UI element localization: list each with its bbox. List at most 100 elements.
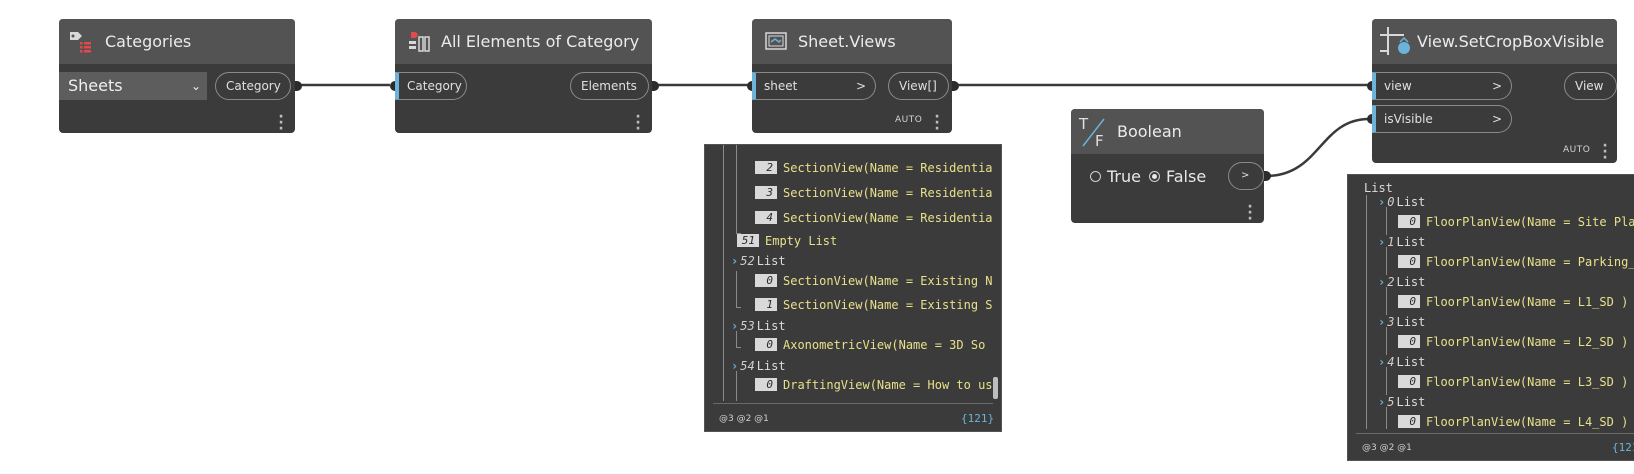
list-header[interactable]: › 52 List (731, 254, 786, 268)
chevron-right-icon: > (1491, 112, 1502, 126)
list-header: List (1364, 181, 1393, 195)
node-header[interactable]: All Elements of Category (395, 19, 652, 64)
chevron-right-icon: › (731, 254, 739, 268)
node-title: Categories (105, 32, 192, 51)
dropdown-value: Sheets (68, 76, 123, 95)
set-crop-box-icon (1380, 27, 1410, 55)
radio-circle (1090, 171, 1101, 182)
output-port-category[interactable]: Category (215, 72, 291, 100)
list-header[interactable]: › 4 List (1378, 355, 1425, 369)
list-item: 1 SectionView(Name = Existing S (755, 298, 993, 312)
list-levels[interactable]: @3 @2 @1 (719, 414, 769, 424)
output-port-boolean[interactable]: > (1228, 162, 1264, 190)
output-port-view[interactable]: View (1564, 72, 1617, 100)
item-count: {121} (1612, 441, 1634, 454)
node-menu-icon[interactable]: · · · (274, 110, 288, 136)
all-elements-icon (409, 32, 430, 52)
list-header[interactable]: › 5 List (1378, 395, 1425, 409)
chevron-right-icon: › (1378, 395, 1386, 409)
list-levels[interactable]: @3 @2 @1 (1362, 443, 1412, 453)
list-item: 0 FloorPlanView(Name = L2_SD ) (1398, 335, 1628, 349)
node-header[interactable]: T F Boolean (1071, 109, 1264, 154)
radio-circle-selected (1149, 171, 1160, 182)
node-menu-icon[interactable]: · · · (1598, 139, 1612, 165)
input-port-isvisible[interactable]: isVisible > (1372, 105, 1512, 133)
categories-node[interactable]: Categories Sheets ⌄ Category · · · (59, 19, 302, 136)
boolean-node[interactable]: T F Boolean True False > · · · (1071, 109, 1271, 226)
boolean-icon-false-letter: F (1095, 132, 1104, 150)
tree-line (1366, 195, 1367, 429)
list-item: 0 DraftingView(Name = How to us (755, 378, 993, 392)
tree-tick (736, 303, 741, 308)
tree-line (1386, 407, 1387, 429)
list-item: 3 SectionView(Name = Residentia (755, 186, 993, 200)
list-header[interactable]: › 1 List (1378, 235, 1425, 249)
list-header[interactable]: › 54 List (731, 359, 786, 373)
sheet-views-preview[interactable]: 2 SectionView(Name = Residentia 3 SectionV… (704, 144, 1002, 432)
radio-false[interactable]: False (1149, 167, 1206, 186)
node-header[interactable]: View.SetCropBoxVisible (1372, 19, 1617, 64)
list-item: 0 FloorPlanView(Name = L3_SD ) (1398, 375, 1628, 389)
node-title: All Elements of Category (441, 32, 640, 51)
node-title: Boolean (1117, 122, 1182, 141)
output-port-elements[interactable]: Elements (570, 72, 649, 100)
list-item: 4 SectionView(Name = Residentia (755, 211, 993, 225)
node-menu-icon[interactable]: · · · (631, 110, 645, 136)
node-title: View.SetCropBoxVisible (1417, 32, 1605, 51)
list-item: 0 FloorPlanView(Name = Parking_ (1398, 255, 1634, 269)
all-elements-node[interactable]: All Elements of Category Category Elemen… (390, 19, 659, 136)
chevron-right-icon: › (1378, 355, 1386, 369)
input-port-category[interactable]: Category (395, 72, 467, 100)
output-port-views[interactable]: View[] (888, 72, 949, 100)
divider (713, 403, 993, 404)
node-header[interactable]: Sheet.Views (752, 19, 952, 64)
list-item: 0 SectionView(Name = Existing N (755, 274, 993, 288)
list-header[interactable]: › 0 List (1378, 195, 1425, 209)
tree-line (1386, 287, 1387, 315)
sheet-views-icon (765, 32, 787, 50)
list-item: 2 SectionView(Name = Residentia (755, 161, 993, 175)
tree-tick (736, 343, 741, 348)
chevron-right-icon: › (1378, 275, 1386, 289)
chevron-right-icon: › (731, 319, 739, 333)
node-title: Sheet.Views (798, 32, 896, 51)
tree-line (1386, 247, 1387, 275)
set-crop-box-preview[interactable]: List › 0 List 0 FloorPlanView(Name = Site P… (1347, 174, 1634, 461)
list-item: 0 FloorPlanView(Name = L1_SD ) (1398, 295, 1628, 309)
tree-line (736, 145, 737, 233)
chevron-right-icon: > (1491, 79, 1502, 93)
list-header[interactable]: › 3 List (1378, 315, 1425, 329)
radio-true[interactable]: True (1090, 167, 1141, 186)
tree-line (736, 371, 737, 401)
chevron-right-icon: > (855, 79, 866, 93)
list-item: 0 AxonometricView(Name = 3D So (755, 338, 985, 352)
node-menu-icon[interactable]: · · · (930, 110, 944, 136)
set-crop-box-node[interactable]: View.SetCropBoxVisible view > isVisible … (1367, 19, 1617, 165)
tree-line (736, 271, 737, 305)
item-count: {121} (961, 412, 995, 425)
list-item: 0 FloorPlanView(Name = Site Pla (1398, 215, 1634, 229)
boolean-icon: T F (1079, 115, 1107, 150)
wire-boolean-to-set-crop[interactable] (1265, 117, 1370, 178)
tree-line (1386, 207, 1387, 235)
scrollbar-thumb[interactable] (993, 377, 998, 399)
chevron-right-icon: › (1378, 235, 1386, 249)
node-menu-icon[interactable]: · · · (1243, 200, 1257, 226)
lacing-label[interactable]: AUTO (895, 115, 922, 125)
chevron-right-icon: › (1378, 315, 1386, 329)
input-port-sheet[interactable]: sheet > (752, 72, 876, 100)
lacing-label[interactable]: AUTO (1563, 145, 1590, 155)
node-header[interactable]: Categories (59, 19, 295, 64)
list-header[interactable]: › 53 List (731, 319, 786, 333)
input-port-view[interactable]: view > (1372, 72, 1512, 100)
sheet-views-node[interactable]: Sheet.Views sheet > View[] AUTO · · · (747, 19, 959, 136)
chevron-right-icon: › (731, 359, 739, 373)
categories-icon (70, 32, 91, 53)
category-dropdown[interactable]: Sheets ⌄ (59, 72, 207, 100)
port-label: sheet (764, 79, 798, 93)
port-label: view (1384, 79, 1412, 93)
tree-line (1386, 327, 1387, 355)
divider (1356, 433, 1634, 434)
chevron-right-icon: › (1378, 195, 1386, 209)
list-header[interactable]: › 2 List (1378, 275, 1425, 289)
